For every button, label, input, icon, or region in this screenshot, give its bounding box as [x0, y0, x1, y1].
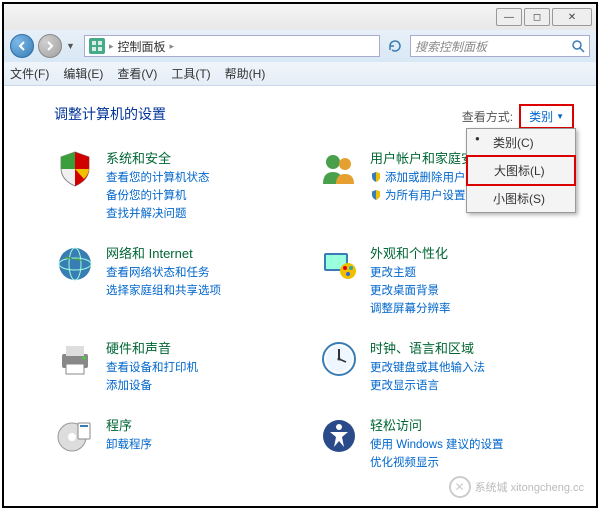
category-link[interactable]: 优化视频显示: [370, 454, 504, 470]
category-link[interactable]: 更改键盘或其他输入法: [370, 359, 485, 375]
view-by-label: 查看方式:: [462, 108, 513, 125]
category-programs: 程序 卸载程序: [54, 415, 308, 470]
category-hardware: 硬件和声音 查看设备和打印机 添加设备: [54, 338, 308, 393]
category-title[interactable]: 系统和安全: [106, 148, 210, 167]
category-link[interactable]: 使用 Windows 建议的设置: [370, 436, 504, 452]
breadcrumb-label: 控制面板: [118, 38, 166, 55]
watermark-text: 系统城 xitongcheng.cc: [475, 479, 584, 495]
category-link[interactable]: 查看设备和打印机: [106, 359, 198, 375]
search-placeholder: 搜索控制面板: [415, 38, 487, 55]
category-clock-region: 时钟、语言和区域 更改键盘或其他输入法 更改显示语言: [318, 338, 572, 393]
view-menu-category[interactable]: 类别(C): [467, 129, 575, 156]
view-by-dropdown[interactable]: 类别 ▼: [519, 104, 574, 129]
uac-shield-icon: [370, 189, 382, 201]
category-title[interactable]: 网络和 Internet: [106, 243, 221, 262]
category-link[interactable]: 选择家庭组和共享选项: [106, 282, 221, 298]
appearance-icon: [318, 243, 360, 285]
address-bar: ▼ ▸ 控制面板 ▸ 搜索控制面板: [4, 30, 596, 62]
category-network: 网络和 Internet 查看网络状态和任务 选择家庭组和共享选项: [54, 243, 308, 316]
view-by-menu: 类别(C) 大图标(L) 小图标(S): [466, 128, 576, 213]
category-title[interactable]: 外观和个性化: [370, 243, 451, 262]
view-menu-small-icons[interactable]: 小图标(S): [467, 185, 575, 212]
window: — ◻ ✕ ▼ ▸ 控制面板 ▸ 搜索控制面板 文件(F): [2, 2, 598, 508]
category-link[interactable]: 卸载程序: [106, 436, 152, 452]
breadcrumb-separator-icon[interactable]: ▸: [170, 41, 175, 52]
close-button[interactable]: ✕: [552, 8, 592, 26]
category-link[interactable]: 查找并解决问题: [106, 205, 210, 221]
search-icon: [571, 39, 585, 53]
menu-edit[interactable]: 编辑(E): [63, 65, 103, 82]
search-input[interactable]: 搜索控制面板: [410, 35, 590, 57]
category-link[interactable]: 更改桌面背景: [370, 282, 451, 298]
menu-help[interactable]: 帮助(H): [225, 65, 266, 82]
forward-button[interactable]: [38, 34, 62, 58]
clock-icon: [318, 338, 360, 380]
users-icon: [318, 148, 360, 190]
content-area: 调整计算机的设置 查看方式: 类别 ▼ 类别(C) 大图标(L) 小图标(S) …: [4, 86, 596, 506]
menu-tools[interactable]: 工具(T): [171, 65, 210, 82]
nav-history-dropdown[interactable]: ▼: [66, 41, 80, 51]
category-ease-of-access: 轻松访问 使用 Windows 建议的设置 优化视频显示: [318, 415, 572, 470]
view-menu-large-icons[interactable]: 大图标(L): [466, 155, 576, 186]
back-button[interactable]: [10, 34, 34, 58]
view-by-current: 类别: [529, 108, 553, 125]
watermark: ✕ 系统城 xitongcheng.cc: [449, 476, 584, 498]
programs-icon: [54, 415, 96, 457]
category-link[interactable]: 更改主题: [370, 264, 451, 280]
category-title[interactable]: 硬件和声音: [106, 338, 198, 357]
printer-icon: [54, 338, 96, 380]
menu-view[interactable]: 查看(V): [117, 65, 157, 82]
view-by: 查看方式: 类别 ▼: [462, 104, 574, 129]
maximize-button[interactable]: ◻: [524, 8, 550, 26]
chevron-down-icon: ▼: [556, 112, 564, 121]
menu-file[interactable]: 文件(F): [10, 65, 49, 82]
breadcrumb-separator-icon: ▸: [109, 41, 114, 52]
shield-icon: [54, 148, 96, 190]
ease-of-access-icon: [318, 415, 360, 457]
watermark-logo-icon: ✕: [449, 476, 471, 498]
uac-shield-icon: [370, 171, 382, 183]
category-title[interactable]: 轻松访问: [370, 415, 504, 434]
category-title[interactable]: 时钟、语言和区域: [370, 338, 485, 357]
titlebar: — ◻ ✕: [4, 4, 596, 30]
control-panel-icon: [89, 38, 105, 54]
category-link[interactable]: 查看网络状态和任务: [106, 264, 221, 280]
category-link[interactable]: 查看您的计算机状态: [106, 169, 210, 185]
category-appearance: 外观和个性化 更改主题 更改桌面背景 调整屏幕分辨率: [318, 243, 572, 316]
category-link[interactable]: 调整屏幕分辨率: [370, 300, 451, 316]
refresh-button[interactable]: [384, 35, 406, 57]
globe-icon: [54, 243, 96, 285]
breadcrumb[interactable]: ▸ 控制面板 ▸: [84, 35, 380, 57]
category-system-security: 系统和安全 查看您的计算机状态 备份您的计算机 查找并解决问题: [54, 148, 308, 221]
menu-bar: 文件(F) 编辑(E) 查看(V) 工具(T) 帮助(H): [4, 62, 596, 86]
category-link[interactable]: 添加设备: [106, 377, 198, 393]
category-title[interactable]: 程序: [106, 415, 152, 434]
minimize-button[interactable]: —: [496, 8, 522, 26]
category-link[interactable]: 更改显示语言: [370, 377, 485, 393]
category-link[interactable]: 备份您的计算机: [106, 187, 210, 203]
